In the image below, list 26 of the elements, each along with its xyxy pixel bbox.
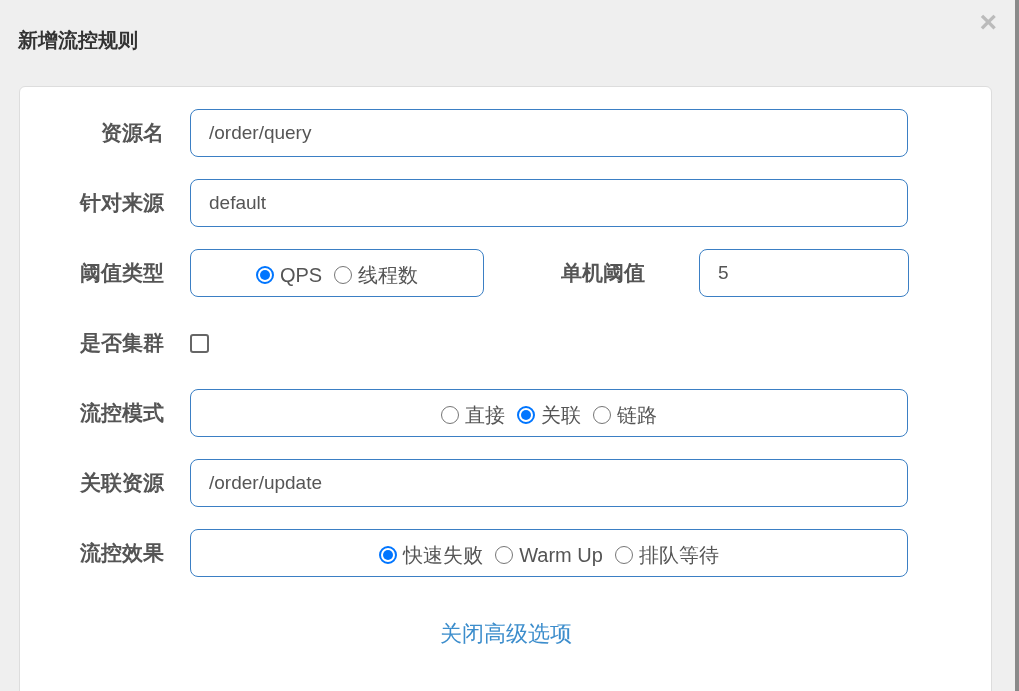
text-field[interactable]: default (190, 179, 908, 227)
field-label: 流控效果 (79, 540, 164, 567)
field-label: 阈值类型 (79, 260, 164, 287)
radio-button[interactable] (379, 546, 398, 564)
option-label[interactable]: 直接 (465, 400, 505, 430)
field-label: 流控模式 (79, 400, 164, 427)
option-label[interactable]: 线程数 (358, 260, 419, 290)
option-label[interactable]: 快速失败 (403, 540, 484, 570)
collapse-advanced-link[interactable]: 关闭高级选项 (439, 617, 572, 650)
field-label: 是否集群 (79, 330, 164, 357)
radio-button[interactable] (517, 406, 535, 424)
field-label: 关联资源 (79, 470, 164, 497)
text-field[interactable]: /order/query (190, 109, 908, 157)
dialog-title: 新增流控规则 (18, 28, 138, 53)
option-label[interactable]: 排队等待 (638, 540, 719, 570)
cluster-checkbox[interactable] (190, 333, 209, 353)
option-label[interactable]: 关联 (541, 400, 581, 430)
text-field[interactable]: 5 (699, 249, 909, 297)
field-label: 单机阈值 (561, 260, 646, 287)
field-label: 资源名 (100, 120, 164, 147)
option-label[interactable]: 链路 (617, 400, 657, 430)
field-label: 针对来源 (78, 190, 164, 217)
option-label[interactable]: QPS (279, 260, 323, 290)
radio-button[interactable] (255, 266, 274, 284)
text-field[interactable]: /order/update (190, 459, 908, 507)
option-label[interactable]: Warm Up (519, 540, 603, 570)
